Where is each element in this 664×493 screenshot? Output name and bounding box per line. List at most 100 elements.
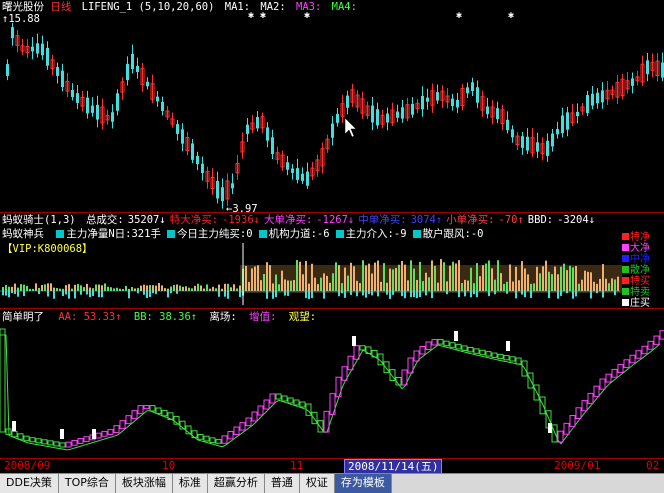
volume-bar xyxy=(14,283,16,291)
candle-body xyxy=(411,103,414,115)
volume-bar-down xyxy=(416,291,418,299)
volume-bar xyxy=(389,268,391,291)
step-box xyxy=(605,373,612,383)
volume-bar-down xyxy=(266,291,268,299)
volume-bar xyxy=(434,265,436,291)
volume-bar xyxy=(56,288,58,291)
tab-0[interactable]: DDE决策 xyxy=(0,474,59,493)
ant-item-value: 35207↓ xyxy=(127,214,166,226)
tab-2[interactable]: 板块涨幅 xyxy=(115,474,173,493)
volume-bar xyxy=(317,284,319,291)
volume-bar-down xyxy=(149,291,151,297)
ant-item-value: -3204↓ xyxy=(557,214,596,226)
simple-chart[interactable] xyxy=(0,309,664,458)
volume-bar xyxy=(584,270,586,291)
volume-bar-down xyxy=(14,291,16,294)
ant-item-value: -1267↓ xyxy=(316,214,355,226)
tab-7[interactable]: 存为模板 xyxy=(334,474,392,493)
period-label[interactable]: 日线 xyxy=(50,1,71,13)
signal-marker xyxy=(12,421,16,431)
tab-6[interactable]: 权证 xyxy=(299,474,335,493)
watch-label: 观望: xyxy=(288,311,317,323)
step-box xyxy=(257,405,264,416)
volume-bar-down xyxy=(74,291,76,299)
volume-bar-down xyxy=(401,291,403,297)
kline-chart[interactable]: ✱ ✱ ✱ ✱ ✱ xyxy=(0,0,664,212)
star-icon: ✱ xyxy=(508,10,514,21)
step-box xyxy=(245,417,252,427)
step-box xyxy=(599,378,606,390)
step-box xyxy=(425,341,432,350)
candle-body xyxy=(376,109,379,126)
candle-body xyxy=(566,112,569,130)
volume-bar xyxy=(278,284,280,291)
step-box xyxy=(347,355,354,371)
volume-bar xyxy=(284,279,286,291)
candle-body xyxy=(301,173,304,181)
volume-bar xyxy=(410,260,412,291)
volume-bar xyxy=(287,280,289,291)
step-box xyxy=(125,415,132,425)
volume-bar xyxy=(173,285,175,291)
simple-panel[interactable]: 简单明了 AA: 53.33↑ BB: 38.36↑ 离场: 增值: 观望: xyxy=(0,309,664,458)
ant-sub-item-text: 今日主力纯买:0 xyxy=(176,228,253,240)
volume-bar xyxy=(227,283,229,291)
volume-bar xyxy=(497,260,499,291)
ant-panel[interactable]: 蚂蚁骑士(1,3) 总成交: 35207↓ 特大净买: -1936↓ 大单净买: -126… xyxy=(0,213,664,308)
volume-bar-down xyxy=(404,291,406,299)
volume-bar-down xyxy=(143,291,145,295)
volume-bar xyxy=(506,281,508,291)
volume-bar xyxy=(617,276,619,291)
volume-bar xyxy=(338,265,340,291)
candle-body xyxy=(631,78,634,86)
volume-bar xyxy=(509,264,511,291)
step-box xyxy=(281,395,288,402)
step-box xyxy=(353,345,360,360)
step-box xyxy=(473,348,480,354)
candle-body xyxy=(336,113,339,123)
candle-body xyxy=(246,124,249,134)
volume-bar-down xyxy=(515,291,517,299)
step-box xyxy=(17,433,24,440)
ant-sub-item-text: 主力净量N日:321手 xyxy=(66,228,161,240)
legend-swatch-icon xyxy=(622,244,629,251)
volume-bar-down xyxy=(338,291,340,297)
volume-bar xyxy=(539,273,541,291)
volume-bar xyxy=(251,268,253,291)
step-box xyxy=(137,405,144,415)
volume-bar xyxy=(533,283,535,291)
volume-bar-down xyxy=(308,291,310,299)
step-box xyxy=(449,342,456,348)
volume-bar xyxy=(116,287,118,291)
volume-bar xyxy=(371,273,373,291)
volume-bar-down xyxy=(344,291,346,298)
ant-item-value: -1936↓ xyxy=(222,214,260,226)
candle-body xyxy=(476,87,479,103)
signal-marker xyxy=(506,341,510,351)
legend-item: 特买 xyxy=(622,276,664,287)
volume-bar xyxy=(143,284,145,291)
volume-bar xyxy=(146,285,148,291)
tab-5[interactable]: 普通 xyxy=(264,474,300,493)
step-box xyxy=(155,407,162,414)
volume-bar xyxy=(197,283,199,291)
volume-bar xyxy=(569,265,571,291)
tab-1[interactable]: TOP综合 xyxy=(58,474,116,493)
ant-header: 蚂蚁骑士(1,3) 总成交: 35207↓ 特大净买: -1936↓ 大单净买: -126… xyxy=(2,214,599,227)
volume-bar xyxy=(2,287,4,291)
candle-body xyxy=(116,93,119,111)
volume-bar-down xyxy=(419,291,421,298)
step-box xyxy=(197,434,204,440)
volume-bar xyxy=(254,266,256,291)
volume-bar xyxy=(608,283,610,291)
candle-body xyxy=(201,163,204,173)
volume-bar xyxy=(467,280,469,291)
volume-bar-down xyxy=(596,291,598,294)
step-box xyxy=(107,429,114,435)
volume-bar xyxy=(134,288,136,291)
tab-4[interactable]: 超赢分析 xyxy=(207,474,265,493)
kline-panel[interactable]: ✱ ✱ ✱ ✱ ✱ 曙光股份 日线 LIFENG_1 (5,10,20,60) MA1:… xyxy=(0,0,664,215)
candle-body xyxy=(46,47,49,66)
volume-bar xyxy=(95,284,97,291)
tab-3[interactable]: 标准 xyxy=(172,474,208,493)
